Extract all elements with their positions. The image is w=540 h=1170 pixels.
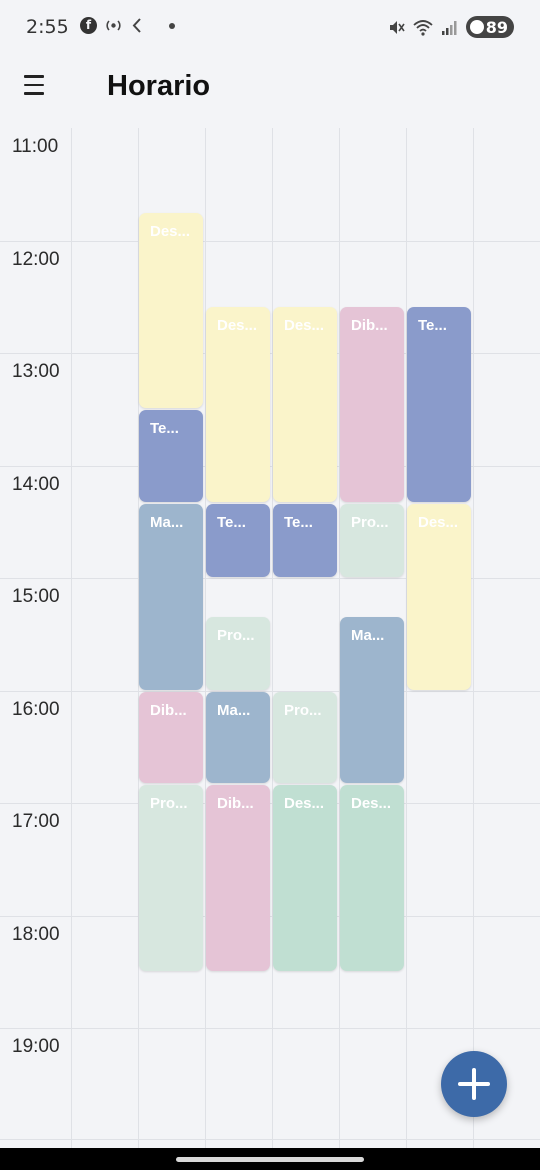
schedule-event[interactable]: Des... bbox=[206, 307, 270, 502]
event-label: Des... bbox=[150, 223, 191, 241]
schedule-event[interactable]: Dib... bbox=[206, 785, 270, 971]
hour-label: 11:00 bbox=[12, 136, 59, 157]
status-bar: 2:55 f 89 bbox=[0, 0, 540, 58]
event-label: Dib... bbox=[351, 317, 388, 335]
hour-label: 14:00 bbox=[12, 473, 60, 495]
schedule-event[interactable]: Pro... bbox=[206, 616, 270, 690]
event-label: Dib... bbox=[150, 701, 187, 719]
schedule-event[interactable]: Des... bbox=[139, 213, 203, 409]
event-label: Des... bbox=[217, 317, 258, 335]
battery-indicator: 89 bbox=[465, 16, 514, 38]
event-label: Dib... bbox=[217, 795, 254, 813]
hour-line bbox=[0, 690, 540, 692]
event-label: Te... bbox=[284, 514, 313, 531]
event-label: Pro... bbox=[150, 795, 188, 813]
schedule-event[interactable]: Dib... bbox=[340, 307, 404, 502]
hour-label: 19:00 bbox=[12, 1036, 60, 1057]
mute-icon bbox=[389, 20, 405, 34]
event-label: Ma... bbox=[351, 626, 385, 644]
notification-dot-icon bbox=[169, 22, 175, 29]
schedule-event[interactable]: Te... bbox=[407, 307, 471, 502]
home-gesture-handle[interactable] bbox=[176, 1157, 364, 1162]
hour-line bbox=[0, 915, 540, 917]
schedule-event[interactable]: Des... bbox=[407, 504, 471, 690]
schedule-event[interactable]: Des... bbox=[273, 307, 337, 502]
facebook-icon: f bbox=[80, 17, 97, 34]
grid-column-line bbox=[473, 128, 474, 1148]
hour-line bbox=[0, 803, 540, 804]
location-radar-icon bbox=[106, 20, 121, 31]
event-label: Ma... bbox=[217, 701, 251, 719]
schedule-event[interactable]: Dib... bbox=[139, 691, 203, 784]
schedule-event[interactable]: Des... bbox=[340, 785, 404, 971]
event-label: Des... bbox=[418, 514, 459, 531]
schedule-event[interactable]: Pro... bbox=[273, 691, 337, 784]
hour-label: 13:00 bbox=[12, 361, 60, 382]
add-event-button[interactable] bbox=[441, 1051, 507, 1117]
hour-line bbox=[0, 240, 540, 242]
schedule-event[interactable]: Des... bbox=[273, 785, 337, 971]
wifi-icon bbox=[413, 19, 433, 36]
status-time: 2:55 bbox=[26, 16, 69, 38]
event-label: Ma... bbox=[150, 514, 184, 531]
battery-level: 89 bbox=[485, 17, 508, 37]
schedule-event[interactable]: Te... bbox=[139, 410, 203, 502]
hour-line bbox=[0, 1138, 540, 1140]
event-label: Des... bbox=[351, 795, 392, 813]
status-icons-left: f bbox=[80, 17, 175, 34]
status-icons-right: 89 bbox=[388, 16, 514, 38]
schedule-event[interactable]: Pro... bbox=[139, 785, 203, 971]
grid-column-line bbox=[71, 128, 72, 1148]
download-icon bbox=[132, 18, 141, 33]
schedule-event[interactable]: Ma... bbox=[206, 691, 270, 784]
hour-label: 15:00 bbox=[12, 586, 60, 607]
schedule-event[interactable]: Pro... bbox=[340, 504, 404, 577]
schedule-event[interactable]: Te... bbox=[273, 504, 337, 577]
schedule-event[interactable]: Ma... bbox=[139, 504, 203, 690]
event-label: Pro... bbox=[351, 514, 389, 531]
schedule-event[interactable]: Ma... bbox=[340, 616, 404, 784]
navigation-bar bbox=[0, 1148, 540, 1170]
schedule-grid[interactable]: 11:00 12:00 13:00 14:00 15:00 16:00 17:00 18:00… bbox=[0, 128, 540, 1148]
event-label: Te... bbox=[217, 514, 246, 531]
event-label: Te... bbox=[418, 317, 447, 335]
event-label: Te... bbox=[150, 420, 179, 438]
grid-column-line bbox=[272, 128, 273, 1148]
event-label: Des... bbox=[284, 795, 325, 813]
hour-label: 16:00 bbox=[12, 698, 60, 720]
hour-label: 17:00 bbox=[12, 811, 60, 832]
app-header: Horario bbox=[0, 58, 540, 128]
hamburger-menu-icon[interactable] bbox=[24, 72, 50, 98]
battery-saver-icon bbox=[469, 20, 484, 34]
schedule-event[interactable]: Te... bbox=[206, 504, 270, 577]
hour-label: 12:00 bbox=[12, 248, 60, 270]
hour-line bbox=[0, 1028, 540, 1029]
event-label: Des... bbox=[284, 317, 325, 335]
event-label: Pro... bbox=[217, 626, 255, 644]
signal-icon bbox=[441, 20, 457, 35]
page-title: Horario bbox=[107, 70, 211, 102]
hour-label: 18:00 bbox=[12, 923, 60, 945]
event-label: Pro... bbox=[284, 701, 322, 719]
